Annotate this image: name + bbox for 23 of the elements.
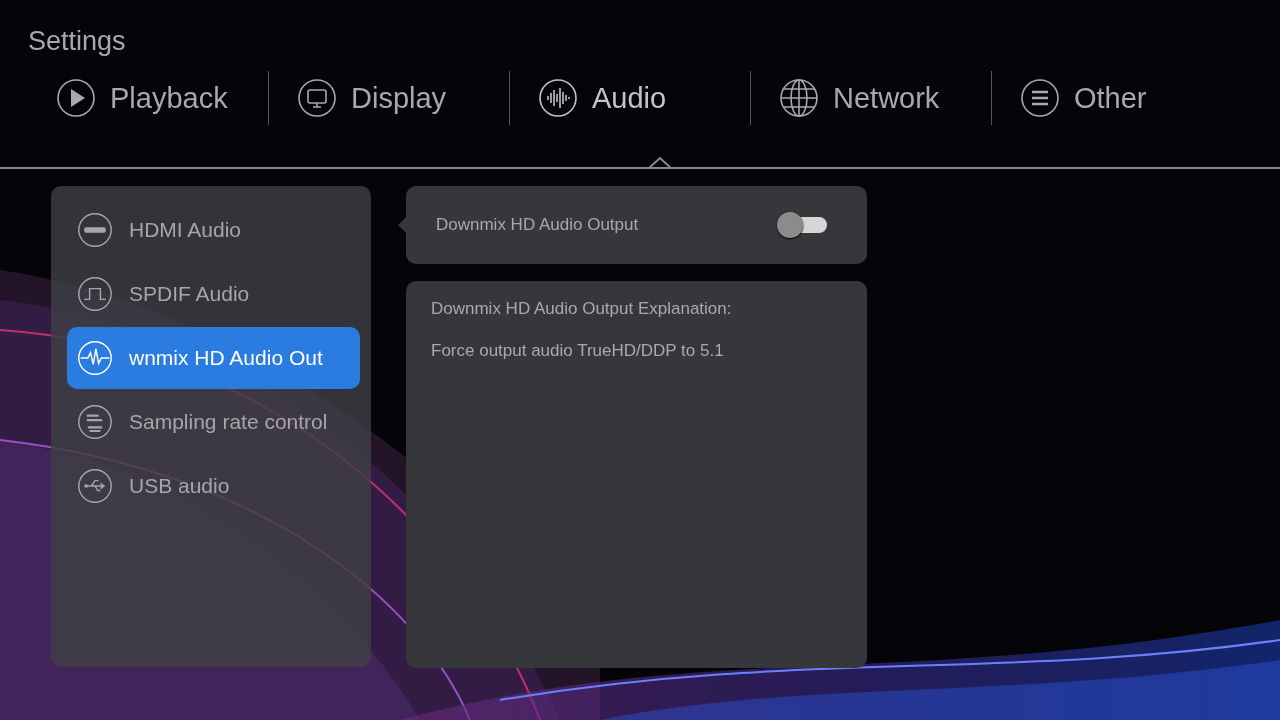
sidebar-item[interactable]: USB audio — [67, 455, 360, 517]
window-title: Settings — [28, 26, 126, 57]
sidebar-item[interactable]: SPDIF Audio — [67, 263, 360, 325]
tab[interactable]: Other — [1012, 71, 1232, 125]
square-wave-icon — [77, 276, 113, 312]
play-icon — [56, 78, 96, 118]
menu-icon — [1020, 78, 1060, 118]
sidebar-item[interactable]: Sampling rate control — [67, 391, 360, 453]
explanation-text: Force output audio TrueHD/DDP to 5.1 — [431, 341, 724, 361]
tab[interactable]: Audio — [530, 71, 750, 125]
sound-bars-icon — [538, 78, 578, 118]
explanation-title: Downmix HD Audio Output Explanation: — [431, 299, 732, 319]
tab[interactable]: Network — [771, 71, 991, 125]
heartbeat-icon — [77, 340, 113, 376]
sidebar-item[interactable]: wnmix HD Audio Out — [67, 327, 360, 389]
globe-icon — [779, 78, 819, 118]
tab[interactable]: Display — [289, 71, 509, 125]
toggle-switch[interactable] — [777, 211, 829, 239]
monitor-icon — [297, 78, 337, 118]
setting-label: Downmix HD Audio Output — [436, 215, 639, 235]
usb-icon — [77, 468, 113, 504]
sidebar-item[interactable]: HDMI Audio — [67, 199, 360, 261]
tab[interactable]: Playback — [48, 71, 268, 125]
